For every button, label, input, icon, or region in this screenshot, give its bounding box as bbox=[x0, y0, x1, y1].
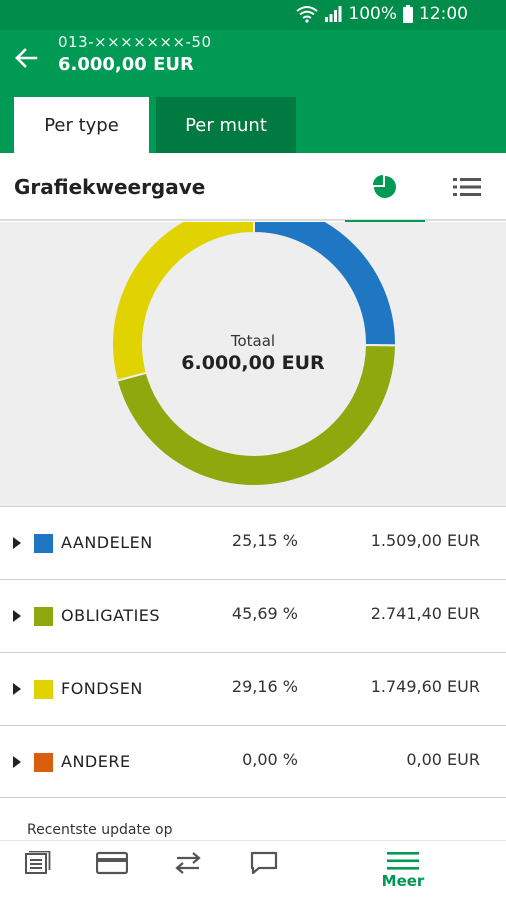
account-number: 013-×××××××-50 bbox=[58, 33, 212, 51]
chart-view-button[interactable] bbox=[345, 153, 425, 223]
legend-swatch bbox=[34, 753, 53, 772]
row-percent: 25,15 % bbox=[231, 531, 298, 550]
chat-icon bbox=[250, 851, 278, 875]
expand-caret-icon bbox=[13, 610, 21, 622]
row-percent: 0,00 % bbox=[242, 750, 298, 769]
legend-swatch bbox=[34, 607, 53, 626]
list-view-button[interactable] bbox=[440, 153, 494, 221]
tab-per-type[interactable]: Per type bbox=[14, 97, 149, 153]
donut-total-value: 6.000,00 EUR bbox=[181, 352, 325, 374]
nav-accounts[interactable] bbox=[20, 851, 56, 895]
allocation-row-andere[interactable]: ANDERE 0,00 % 0,00 EUR bbox=[0, 725, 506, 798]
nav-cards[interactable] bbox=[94, 851, 130, 895]
nav-messages[interactable] bbox=[246, 851, 282, 895]
tab-strip: Per type Per munt bbox=[0, 86, 506, 153]
allocation-row-fondsen[interactable]: FONDSEN 29,16 % 1.749,60 EUR bbox=[0, 652, 506, 725]
allocation-row-aandelen[interactable]: AANDELEN 25,15 % 1.509,00 EUR bbox=[0, 506, 506, 579]
bottom-navigation: Meer bbox=[0, 840, 506, 900]
menu-icon bbox=[387, 852, 419, 870]
row-name: FONDSEN bbox=[61, 679, 143, 698]
wifi-icon bbox=[296, 6, 319, 23]
donut-slice-aandelen bbox=[253, 222, 397, 347]
view-toggle-bar: Grafiekweergave bbox=[0, 153, 506, 223]
card-icon bbox=[96, 851, 128, 875]
row-name: OBLIGATIES bbox=[61, 606, 161, 625]
battery-icon bbox=[403, 5, 413, 23]
nav-more[interactable]: Meer bbox=[370, 851, 436, 895]
expand-caret-icon bbox=[13, 756, 21, 768]
row-name: ANDERE bbox=[61, 752, 131, 771]
expand-caret-icon bbox=[13, 537, 21, 549]
row-amount: 0,00 EUR bbox=[406, 750, 480, 769]
donut-total-label: Totaal bbox=[230, 332, 276, 350]
donut-center: Totaal 6.000,00 EUR bbox=[153, 332, 353, 374]
clock: 12:00 bbox=[419, 4, 468, 24]
list-icon bbox=[25, 851, 51, 874]
signal-icon bbox=[325, 6, 342, 22]
donut-chart-area: Totaal 6.000,00 EUR bbox=[0, 222, 506, 506]
pie-chart-icon bbox=[373, 175, 396, 198]
row-name: AANDELEN bbox=[61, 533, 153, 552]
account-balance: 6.000,00 EUR bbox=[58, 54, 194, 75]
legend-swatch bbox=[34, 680, 53, 699]
legend-swatch bbox=[34, 534, 53, 553]
last-update-text: Recentste update op bbox=[27, 822, 173, 838]
row-amount: 1.509,00 EUR bbox=[370, 531, 480, 550]
battery-percent: 100% bbox=[348, 4, 397, 24]
row-amount: 2.741,40 EUR bbox=[370, 604, 480, 623]
list-icon bbox=[453, 178, 481, 196]
row-amount: 1.749,60 EUR bbox=[370, 677, 480, 696]
row-percent: 45,69 % bbox=[231, 604, 298, 623]
app-bar: 013-×××××××-50 6.000,00 EUR bbox=[0, 30, 506, 86]
view-title: Grafiekweergave bbox=[14, 175, 206, 199]
tab-per-munt[interactable]: Per munt bbox=[156, 97, 296, 153]
back-arrow-icon[interactable] bbox=[12, 44, 40, 72]
allocation-list: AANDELEN 25,15 % 1.509,00 EUR OBLIGATIES… bbox=[0, 506, 506, 798]
allocation-row-obligaties[interactable]: OBLIGATIES 45,69 % 2.741,40 EUR bbox=[0, 579, 506, 652]
nav-transfers[interactable] bbox=[170, 851, 206, 895]
nav-more-label: Meer bbox=[381, 872, 425, 890]
status-bar: 100% 12:00 bbox=[0, 0, 506, 30]
expand-caret-icon bbox=[13, 683, 21, 695]
transfer-icon bbox=[175, 852, 201, 874]
row-percent: 29,16 % bbox=[231, 677, 298, 696]
